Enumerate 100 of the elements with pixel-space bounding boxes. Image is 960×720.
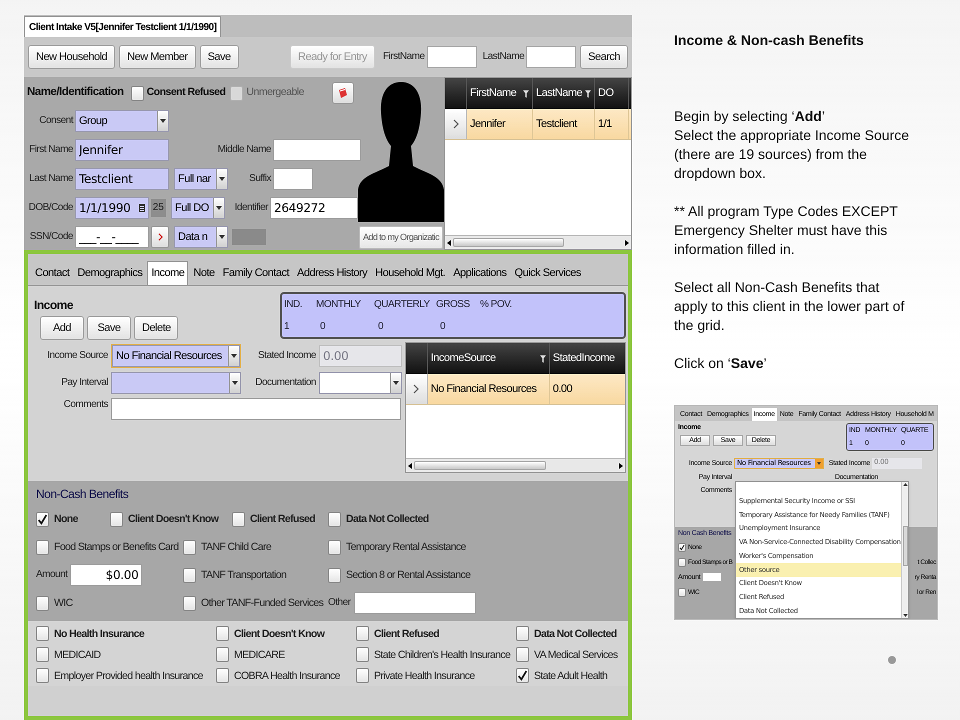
select-field[interactable] [111, 372, 241, 394]
checkbox-label: Section 8 or Rental Assistance [346, 568, 470, 582]
checkbox[interactable] [216, 626, 229, 641]
button[interactable]: Delete [134, 316, 178, 340]
horizontal-scrollbar[interactable] [406, 458, 625, 472]
checkbox[interactable] [216, 668, 229, 683]
input-field[interactable]: Testclient [75, 168, 169, 190]
input-field[interactable] [273, 168, 313, 190]
field-label: Pay Interval [60, 376, 108, 390]
horizontal-scrollbar[interactable] [445, 235, 631, 249]
button[interactable]: New Member [119, 45, 196, 69]
checkbox[interactable] [36, 540, 49, 554]
vertical-scrollbar[interactable] [901, 482, 908, 618]
checkbox[interactable] [328, 568, 341, 582]
age-badge: 25 [150, 198, 166, 216]
checkbox-label: Temporary Rental Assistance [346, 540, 466, 554]
tab[interactable]: Applications [450, 261, 510, 285]
input-field[interactable]: ___-__-____ [75, 226, 149, 248]
search-field[interactable] [526, 46, 576, 68]
tab[interactable]: Note [190, 261, 218, 285]
input-field[interactable] [111, 398, 401, 420]
tab[interactable]: Family Contact [220, 261, 292, 285]
checkmark-icon [517, 670, 528, 681]
select-field[interactable]: Full DO [171, 196, 225, 218]
tab[interactable]: Contact [32, 261, 72, 285]
checkbox[interactable] [232, 512, 245, 526]
checkbox-label: Consent Refused [146, 85, 226, 100]
input-field[interactable]: 2649272 [270, 196, 358, 218]
checkbox[interactable] [328, 512, 341, 526]
input-field[interactable] [273, 138, 361, 160]
checkbox-label: State Children's Health Insurance [374, 648, 510, 662]
button[interactable]: New Household [28, 45, 116, 69]
select-field[interactable] [319, 372, 402, 394]
checkbox[interactable] [516, 668, 529, 683]
button[interactable]: Search [580, 45, 628, 69]
button[interactable]: Save [87, 316, 131, 340]
checkbox[interactable] [678, 588, 686, 596]
arrow-right-icon[interactable] [625, 240, 629, 246]
window-tab[interactable]: Client Intake V5[Jennifer Testclient 1/1/1990] [24, 16, 222, 37]
input-field[interactable]: $0.00 [70, 564, 142, 586]
table-cell: No Financial Resources [428, 374, 550, 404]
checkbox[interactable] [36, 668, 49, 683]
checkbox[interactable] [36, 626, 49, 641]
summary-text: GROSS [436, 298, 471, 312]
checkbox[interactable] [516, 647, 529, 662]
summary-text: MONTHLY [316, 298, 362, 312]
button[interactable]: Save [200, 45, 239, 69]
search-field[interactable] [426, 46, 477, 68]
select-field[interactable]: Group [75, 110, 169, 132]
checkbox[interactable] [183, 568, 196, 582]
input-field[interactable] [354, 592, 476, 614]
input-field[interactable] [702, 572, 722, 582]
checkbox[interactable] [678, 558, 686, 566]
button[interactable]: Add [40, 316, 84, 340]
checkbox[interactable] [36, 512, 49, 526]
arrow-right-icon[interactable] [619, 462, 623, 468]
checkbox[interactable] [183, 540, 196, 554]
checkbox[interactable] [356, 647, 369, 662]
select-field[interactable]: Data n [174, 226, 228, 248]
checkbox[interactable] [328, 540, 341, 554]
tab[interactable]: Quick Services [512, 261, 584, 285]
instruction-text: Begin by selecting ‘Add’ [674, 107, 826, 126]
tab[interactable]: Address History [294, 261, 370, 285]
chevron-button[interactable] [151, 226, 169, 248]
calendar-icon [138, 204, 145, 212]
checkbox[interactable] [36, 647, 49, 662]
arrow-left-icon[interactable] [447, 240, 451, 246]
grid-row[interactable]: Jennifer Testclient 1/1 [445, 109, 631, 140]
filter-icon [540, 354, 546, 362]
card-icon[interactable] [332, 82, 354, 104]
caret-icon [216, 206, 222, 210]
checkbox[interactable] [110, 512, 123, 526]
checkbox[interactable] [183, 596, 196, 610]
caret-icon [232, 381, 238, 385]
tab[interactable]: Demographics [74, 261, 146, 285]
select-field[interactable]: No Financial Resources [112, 345, 240, 367]
checkbox[interactable] [356, 626, 369, 641]
select-field[interactable]: Full nar [174, 168, 228, 190]
add-organization-button[interactable]: Add to my Organizatic [359, 226, 443, 249]
field-label: Suffix [248, 172, 271, 186]
checkbox[interactable] [678, 542, 686, 552]
field-label: Documentation [254, 376, 316, 390]
date-field[interactable]: 1/1/1990 [75, 196, 149, 218]
checkbox[interactable] [516, 626, 529, 641]
checkbox[interactable] [130, 86, 144, 100]
checkbox[interactable] [36, 596, 49, 610]
field-label: Stated Income [257, 349, 316, 363]
checkbox[interactable] [356, 668, 369, 683]
tab[interactable]: Income [147, 261, 188, 285]
caret-icon [817, 462, 821, 465]
grid-row[interactable]: No Financial Resources 0.00 [406, 374, 625, 405]
field-label: Amount [36, 568, 68, 582]
filter-icon [585, 90, 591, 98]
checkbox-label: Unmergeable [246, 85, 304, 100]
instructions-title: Income & Non-cash Benefits [674, 31, 865, 50]
tab[interactable]: Household Mgt. [372, 261, 448, 285]
arrow-left-icon[interactable] [408, 462, 412, 468]
summary-text: QUARTERLY [374, 298, 431, 312]
checkbox-label: Employer Provided health Insurance [54, 668, 203, 682]
checkbox[interactable] [216, 647, 229, 662]
